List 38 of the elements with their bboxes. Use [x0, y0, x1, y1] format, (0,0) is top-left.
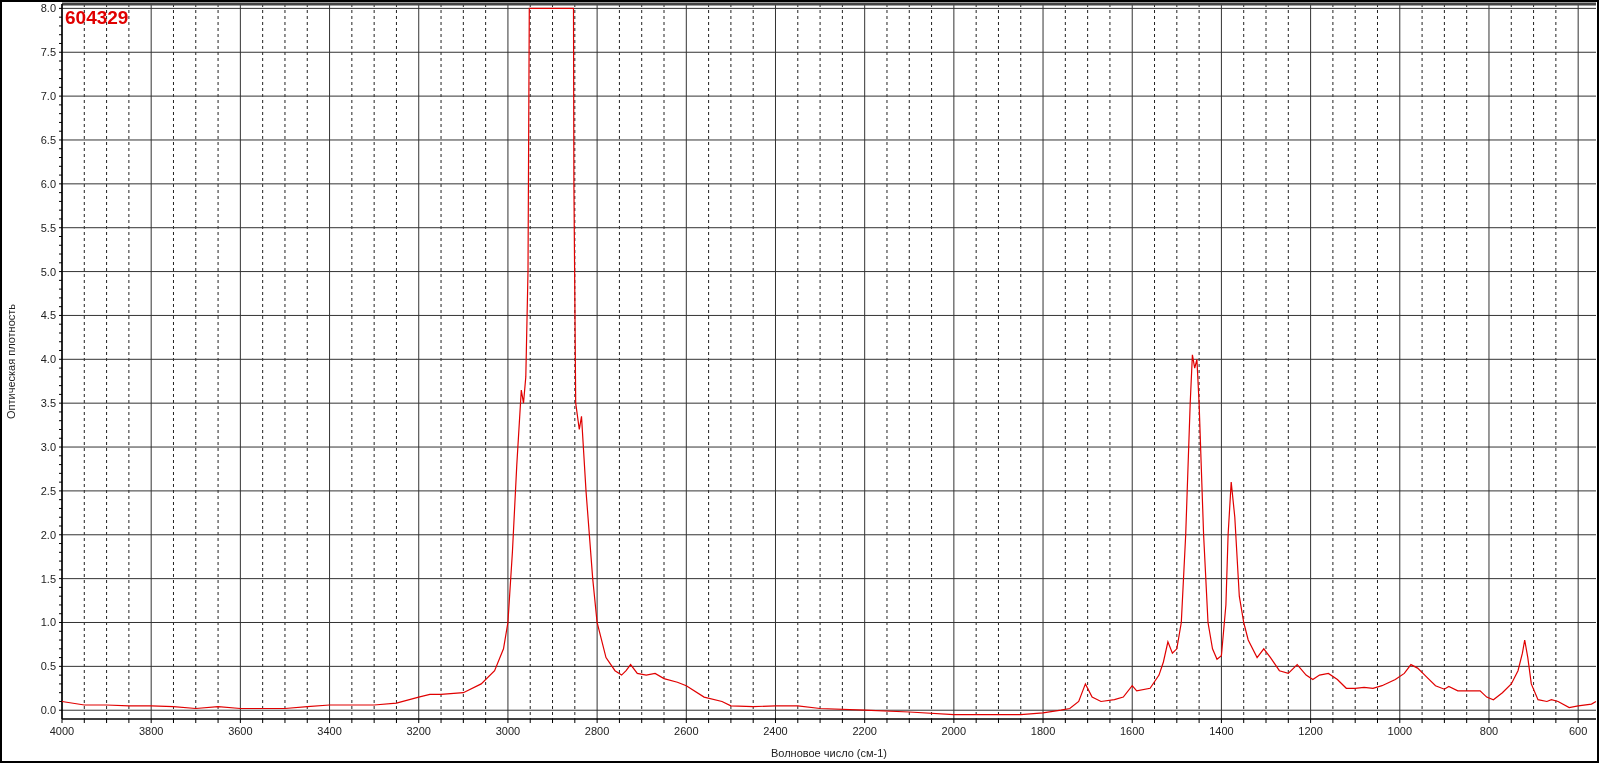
tick-label: 5.5 [40, 221, 56, 234]
tick-label: 7.0 [40, 90, 56, 103]
tick-label: 2000 [941, 725, 967, 737]
tick-label: 1600 [1120, 725, 1145, 737]
tick-label: 5.0 [40, 265, 56, 278]
tick-label: 4.5 [40, 309, 56, 322]
tick-label: 2200 [852, 725, 877, 737]
tick-label: 0.5 [40, 660, 56, 673]
tick-label: 3.0 [40, 441, 56, 454]
tick-label: 1.0 [40, 616, 56, 629]
tick-label: 3200 [406, 725, 431, 737]
y-axis-label: Оптическая плотность [5, 303, 17, 420]
tick-label: 2.0 [40, 528, 56, 541]
tick-label: 1.5 [40, 572, 56, 585]
tick-label: 4.0 [40, 353, 56, 366]
tick-label: 2600 [674, 725, 699, 737]
tick-label: 1000 [1387, 725, 1413, 737]
tick-label: 800 [1479, 725, 1499, 737]
tick-label: 1800 [1030, 725, 1056, 737]
chart-title: 604329 [65, 7, 129, 28]
tick-label: 2800 [584, 725, 610, 737]
tick-label: 8.0 [40, 2, 56, 15]
tick-label: 1200 [1298, 725, 1323, 737]
tick-label: 0.0 [40, 704, 56, 717]
tick-label: 600 [1569, 725, 1588, 737]
tick-label: 2.5 [40, 484, 56, 497]
tick-label: 3800 [138, 725, 164, 737]
tick-label: 1400 [1209, 725, 1234, 737]
tick-label: 6.0 [40, 177, 56, 190]
tick-label: 2400 [763, 725, 788, 737]
tick-label: 7.5 [40, 46, 56, 59]
tick-label: 4000 [49, 725, 75, 737]
x-axis-label: Волновое число (см-1) [770, 747, 888, 759]
tick-label: 3400 [317, 725, 342, 737]
tick-label: 6.5 [40, 134, 56, 146]
tick-label: 3.5 [40, 397, 56, 410]
tick-label: 3000 [495, 725, 521, 737]
tick-label: 3600 [228, 725, 253, 737]
